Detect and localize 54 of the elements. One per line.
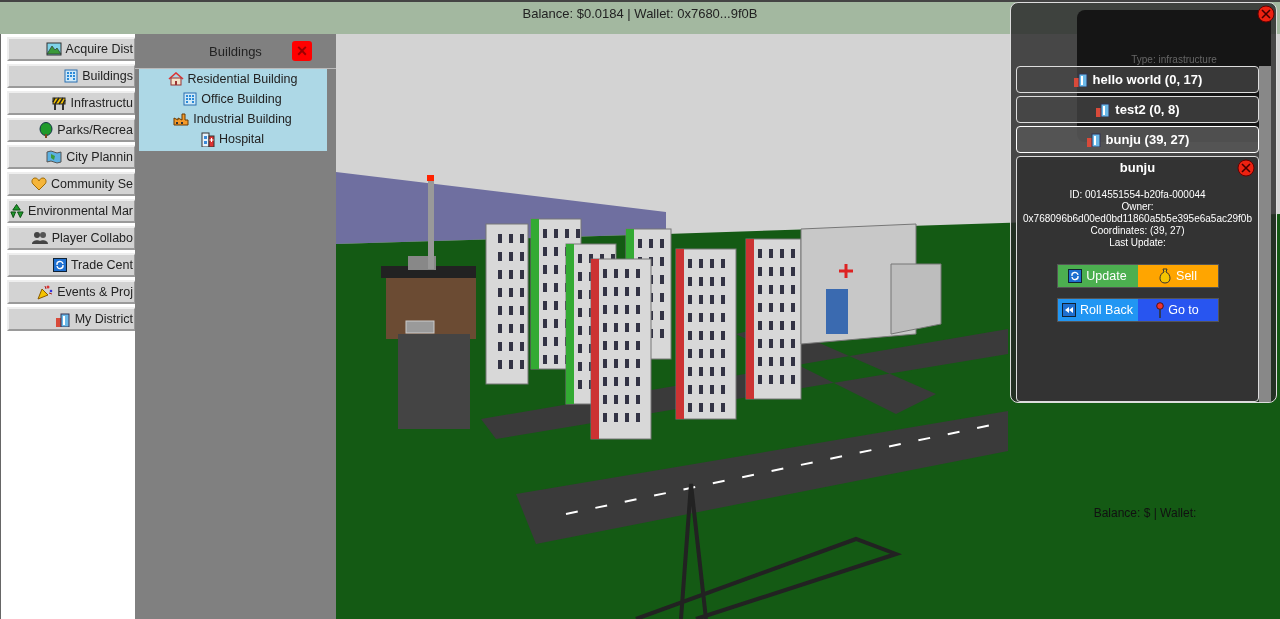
heart-icon xyxy=(31,177,47,191)
close-icon[interactable] xyxy=(1237,159,1255,177)
pin-icon xyxy=(1156,302,1165,318)
detail-title: bunju xyxy=(1119,160,1156,175)
office-building-icon xyxy=(183,92,198,106)
money-bag-icon xyxy=(1158,268,1173,284)
type-text: Type: infrastructure xyxy=(1131,55,1217,65)
building-option[interactable]: Office Building xyxy=(138,91,327,107)
menu-button[interactable]: Trade Cent xyxy=(7,253,136,277)
tree-icon xyxy=(39,122,54,138)
rewind-icon xyxy=(1062,303,1077,317)
menu-button[interactable]: Events & Proj xyxy=(7,280,136,304)
detail-text: Last Update: xyxy=(1109,237,1166,248)
district-item[interactable]: test2 (0, 8) xyxy=(1016,96,1259,123)
action-button[interactable]: Go to xyxy=(1137,299,1218,321)
balance-wallet-text: Balance: $0.0184 | Wallet: 0x7680...9f0B xyxy=(522,6,758,23)
factory-icon xyxy=(173,112,190,126)
menu-button[interactable]: City Plannin xyxy=(7,145,136,169)
scrollbar[interactable] xyxy=(1259,66,1271,402)
city-buildings-icon xyxy=(54,311,71,327)
map-icon xyxy=(46,150,63,164)
building-option[interactable]: Hospital xyxy=(138,131,327,147)
office-building-icon xyxy=(64,69,79,83)
house-icon xyxy=(167,72,184,86)
detail-text: Owner: xyxy=(1121,201,1154,212)
panel-title: Buildings xyxy=(209,43,262,59)
landscape-icon xyxy=(45,42,62,56)
menu-button[interactable]: Community Se xyxy=(7,172,136,196)
district-item[interactable]: hello world (0, 17) xyxy=(1016,66,1259,93)
building-option[interactable]: Residential Building xyxy=(138,71,327,87)
city-buildings-icon xyxy=(1072,72,1089,87)
recycle-icon xyxy=(9,203,25,219)
refresh-icon xyxy=(1068,269,1083,283)
menu-button[interactable]: Buildings xyxy=(7,64,136,88)
menu-button[interactable]: Acquire Dist xyxy=(7,37,136,61)
city-buildings-icon xyxy=(1095,102,1112,117)
district-item[interactable]: bunju (39, 27) xyxy=(1016,126,1259,153)
people-icon xyxy=(31,231,48,245)
menu-button[interactable]: Player Collabo xyxy=(7,226,136,250)
detail-text: ID: 0014551554-b20fa-000044 xyxy=(1069,189,1206,200)
detail-text: Coordinates: (39, 27) xyxy=(1090,225,1185,236)
building-option[interactable]: Industrial Building xyxy=(138,111,327,127)
detail-text: 0x768096b6d00ed0bd11860a5b5e395e6a5ac29f0b xyxy=(1023,213,1252,224)
city-buildings-icon xyxy=(1085,132,1102,147)
refresh-icon xyxy=(52,258,67,272)
close-icon[interactable] xyxy=(1257,5,1275,23)
hospital-icon xyxy=(200,131,215,147)
construction-barrier-icon xyxy=(52,96,67,110)
menu-button[interactable]: My District xyxy=(7,307,136,331)
party-popper-icon xyxy=(37,284,54,300)
balance-wallet-text: Balance: $ | Wallet: xyxy=(1093,506,1197,520)
menu-button[interactable]: Environmental Mar xyxy=(7,199,136,223)
menu-button[interactable]: Parks/Recrea xyxy=(7,118,136,142)
menu-button[interactable]: Infrastructu xyxy=(7,91,136,115)
